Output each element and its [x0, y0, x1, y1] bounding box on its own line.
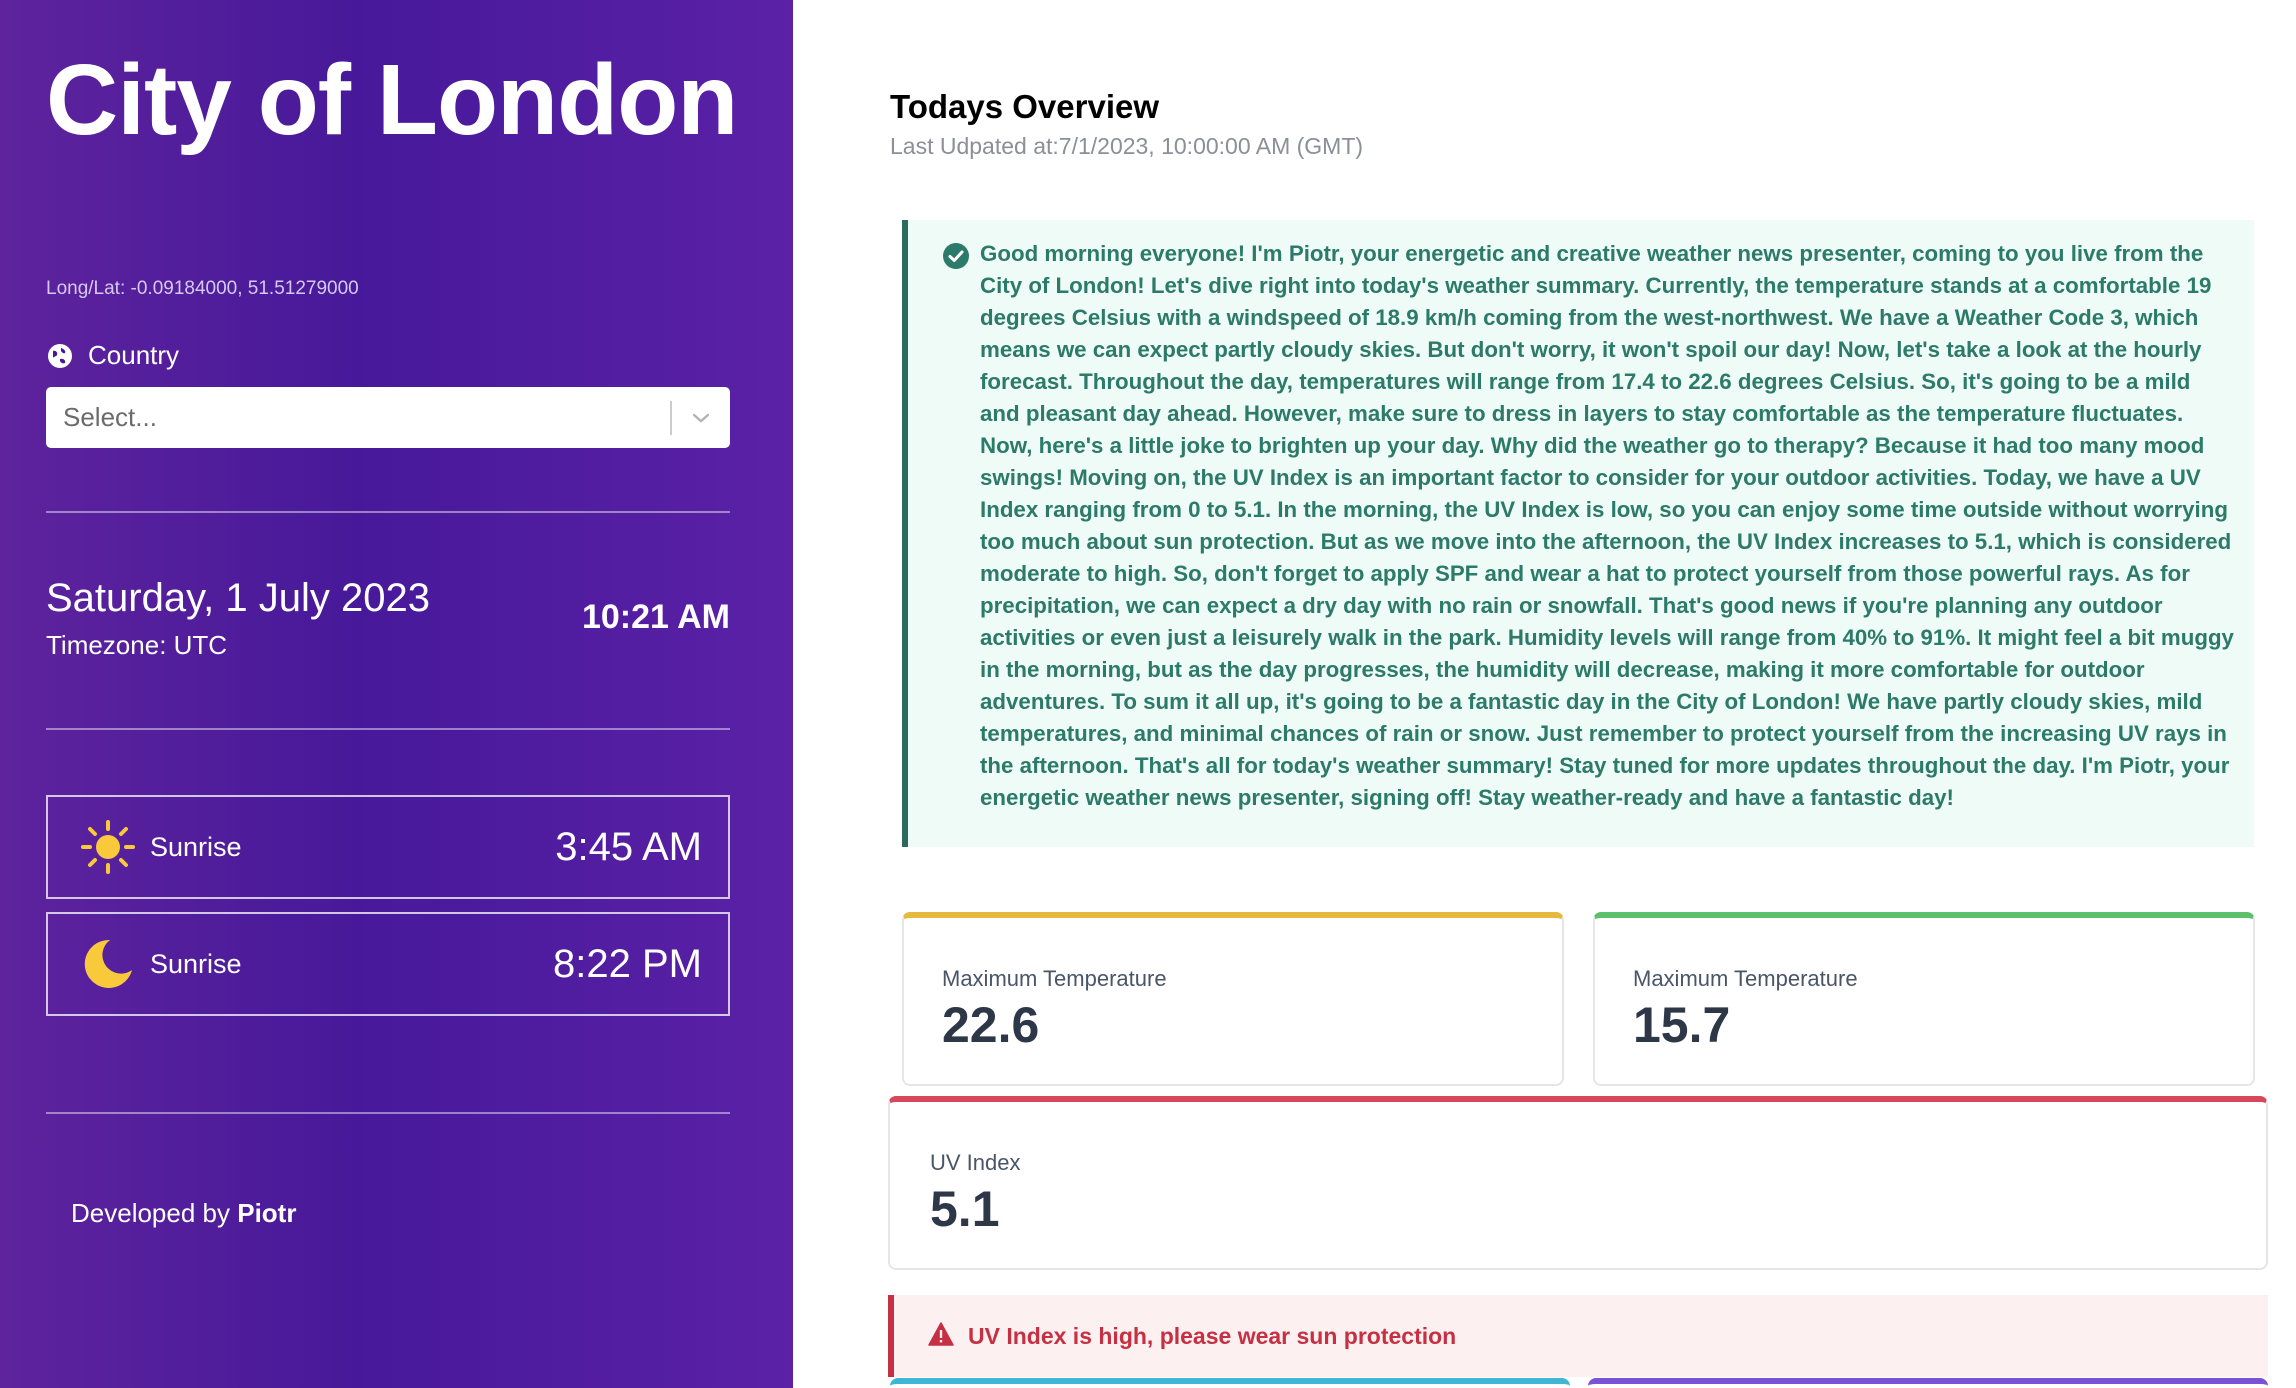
sunrise-card: Sunrise 3:45 AM	[46, 795, 730, 899]
stat-value: 15.7	[1633, 997, 1731, 1053]
stat-label: UV Index	[930, 1150, 1021, 1175]
country-select-placeholder: Select...	[63, 402, 157, 432]
credit-prefix: Developed by	[71, 1198, 230, 1228]
divider	[46, 1112, 730, 1114]
sidebar: City of London Long/Lat: -0.09184000, 51…	[0, 0, 793, 1388]
current-time: 10:21 AM	[581, 598, 730, 636]
sunrise-label: Sunrise	[150, 831, 242, 862]
moon-icon	[78, 934, 138, 994]
weather-summary-callout: Good morning everyone! I'm Piotr, your e…	[902, 220, 2254, 847]
sun-icon	[78, 817, 138, 877]
stat-label: Maximum Temperature	[1633, 966, 1858, 991]
uv-warning-alert: UV Index is high, please wear sun protec…	[888, 1295, 2268, 1377]
developer-credit: Developed by Piotr	[71, 1198, 296, 1229]
globe-icon	[46, 342, 74, 370]
sunset-card: Sunrise 8:22 PM	[46, 912, 730, 1016]
uv-warning-text: UV Index is high, please wear sun protec…	[968, 1322, 1457, 1349]
next-card-top	[890, 1378, 1570, 1388]
max-temperature-card: Maximum Temperature 22.6	[902, 912, 1564, 1086]
coordinates-text: Long/Lat: -0.09184000, 51.51279000	[46, 278, 359, 299]
uv-index-card: UV Index 5.1	[888, 1096, 2268, 1270]
credit-name: Piotr	[237, 1198, 297, 1228]
last-updated-text: Last Udpated at:7/1/2023, 10:00:00 AM (G…	[890, 133, 1364, 159]
sunset-time: 8:22 PM	[553, 941, 702, 986]
min-temperature-card: Maximum Temperature 15.7	[1593, 912, 2255, 1086]
country-label: Country	[88, 340, 180, 370]
stat-value: 22.6	[942, 997, 1040, 1053]
timezone-text: Timezone: UTC	[46, 630, 228, 660]
city-title: City of London	[46, 44, 738, 156]
country-label-row: Country	[46, 340, 179, 371]
next-card-top	[1588, 1378, 2268, 1388]
chevron-down-icon[interactable]	[672, 387, 730, 448]
sunrise-time: 3:45 AM	[555, 824, 702, 869]
weather-summary-text: Good morning everyone! I'm Piotr, your e…	[980, 241, 2234, 810]
check-circle-icon	[942, 242, 970, 270]
warning-icon	[928, 1321, 954, 1351]
current-date: Saturday, 1 July 2023	[46, 576, 430, 620]
divider	[46, 728, 730, 730]
country-select[interactable]: Select...	[46, 387, 730, 448]
page-title: Todays Overview	[890, 88, 1160, 125]
stat-value: 5.1	[930, 1181, 1000, 1237]
divider	[46, 511, 730, 513]
sunset-label: Sunrise	[150, 948, 242, 979]
stat-label: Maximum Temperature	[942, 966, 1167, 991]
